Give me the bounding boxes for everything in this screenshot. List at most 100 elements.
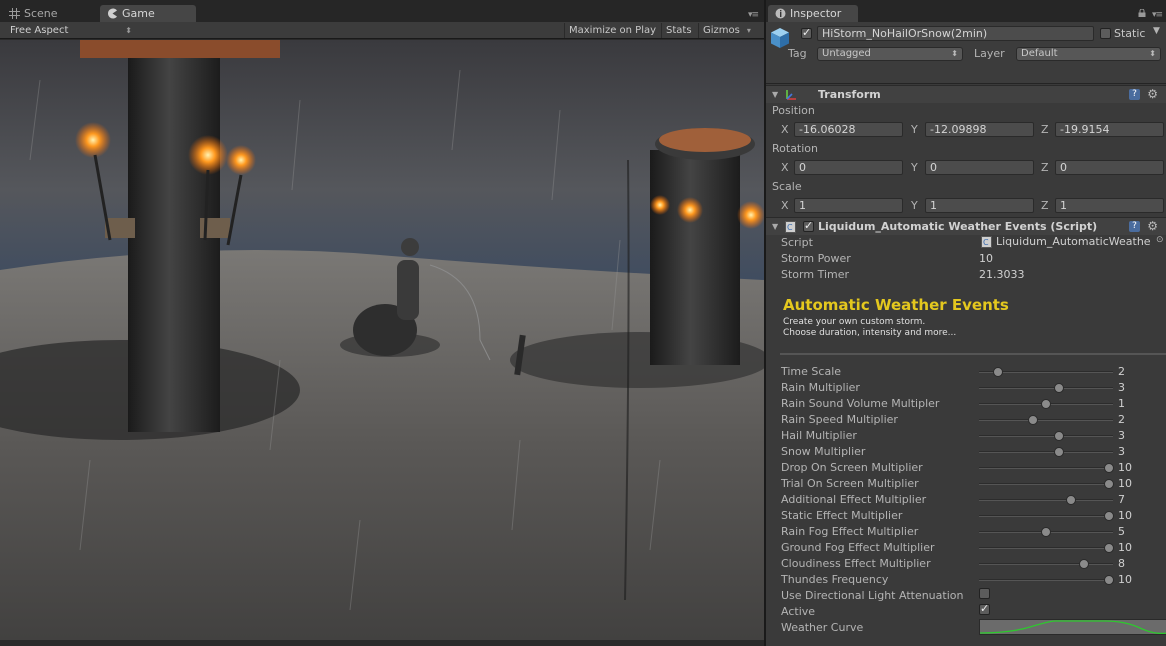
slider-thumb[interactable]	[1103, 479, 1114, 489]
position-z-field[interactable]: -19.9154	[1055, 122, 1164, 137]
scene-grid-icon	[9, 8, 20, 19]
slider-label: Snow Multiplier	[781, 445, 866, 458]
maximize-on-play-button[interactable]: Maximize on Play	[564, 23, 660, 38]
tab-game[interactable]: Game	[100, 5, 196, 22]
script-object-field[interactable]: C Liquidum_AutomaticWeathe ⊙	[979, 235, 1166, 249]
slider-label: Hail Multiplier	[781, 429, 857, 442]
panel-menu-icon[interactable]: ▾≡	[748, 10, 759, 20]
aspect-dropdown[interactable]: Free Aspect ⬍	[2, 23, 136, 38]
slider-track[interactable]	[979, 431, 1113, 441]
tag-dropdown[interactable]: Untagged ⬍	[817, 47, 963, 61]
slider-value: 1	[1118, 397, 1125, 410]
slider-track[interactable]	[979, 527, 1113, 537]
slider-track[interactable]	[979, 367, 1113, 377]
slider-value: 8	[1118, 557, 1125, 570]
stats-button[interactable]: Stats	[661, 23, 696, 38]
slider-value: 5	[1118, 525, 1125, 538]
static-checkbox[interactable]	[1100, 28, 1111, 39]
help-icon[interactable]: ?	[1129, 89, 1140, 100]
lock-icon[interactable]	[1138, 9, 1146, 17]
slider-label: Static Effect Multiplier	[781, 509, 903, 522]
game-panel: Scene Game ▾≡ Free Aspect ⬍ Maximize on …	[0, 0, 764, 646]
static-dropdown-icon[interactable]: ▼	[1153, 26, 1160, 36]
layer-label: Layer	[974, 47, 1005, 60]
rotation-z-label: Z	[1041, 161, 1049, 174]
game-render-image	[0, 40, 764, 640]
slider-track[interactable]	[979, 399, 1113, 409]
script-icon: C	[785, 221, 796, 233]
slider-track[interactable]	[979, 479, 1114, 489]
script-component-title: Liquidum_Automatic Weather Events (Scrip…	[818, 220, 1098, 233]
tab-scene[interactable]: Scene	[2, 5, 94, 22]
info-icon	[775, 8, 786, 19]
slider-thumb[interactable]	[1078, 559, 1089, 569]
slider-track[interactable]	[979, 383, 1113, 393]
position-x-field[interactable]: -16.06028	[794, 122, 903, 137]
slider-track[interactable]	[979, 415, 1113, 425]
transform-header[interactable]: ▼ Transform ? ⚙	[766, 85, 1166, 103]
script-component-header[interactable]: ▼ C Liquidum_Automatic Weather Events (S…	[766, 217, 1166, 235]
weather-curve-label: Weather Curve	[781, 621, 864, 634]
rotation-y-field[interactable]: 0	[925, 160, 1034, 175]
slider-thumb[interactable]	[1103, 575, 1114, 585]
rotation-z-field[interactable]: 0	[1055, 160, 1164, 175]
slider-track[interactable]	[979, 511, 1114, 521]
description-line-1: Create your own custom storm.	[783, 317, 926, 327]
tab-inspector-label: Inspector	[790, 7, 842, 20]
scale-z-field[interactable]: 1	[1055, 198, 1164, 213]
slider-thumb[interactable]	[1103, 511, 1114, 521]
use-directional-light-label: Use Directional Light Attenuation	[781, 589, 964, 602]
gear-icon[interactable]: ⚙	[1147, 219, 1158, 233]
left-tab-bar: Scene Game ▾≡	[0, 0, 764, 22]
slider-track[interactable]	[979, 495, 1113, 505]
slider-thumb[interactable]	[1027, 415, 1038, 425]
slider-track[interactable]	[979, 559, 1113, 569]
slider-label: Thundes Frequency	[781, 573, 889, 586]
use-directional-light-checkbox[interactable]	[979, 588, 990, 599]
object-name-field[interactable]: HiStorm_NoHailOrSnow(2min)	[817, 26, 1094, 41]
weather-curve-graph	[979, 620, 1166, 635]
foldout-arrow-icon[interactable]: ▼	[772, 90, 778, 99]
slider-label: Trial On Screen Multiplier	[781, 477, 919, 490]
chevron-updown-icon: ⬍	[125, 26, 132, 35]
position-x-label: X	[781, 123, 789, 136]
slider-thumb[interactable]	[1103, 543, 1114, 553]
game-viewport[interactable]	[0, 40, 764, 640]
storm-timer-label: Storm Timer	[781, 268, 850, 281]
slider-track[interactable]	[979, 575, 1114, 585]
slider-thumb[interactable]	[992, 367, 1003, 377]
object-active-checkbox[interactable]	[801, 26, 812, 39]
scale-y-field[interactable]: 1	[925, 198, 1034, 213]
slider-thumb[interactable]	[1054, 383, 1065, 393]
scale-x-field[interactable]: 1	[794, 198, 903, 213]
object-picker-icon[interactable]: ⊙	[1156, 235, 1164, 245]
weather-curve-field[interactable]	[979, 619, 1166, 635]
slider-thumb[interactable]	[1054, 447, 1065, 457]
gizmos-label: Gizmos	[703, 25, 740, 36]
inspector-menu-icon[interactable]: ▾≡	[1152, 10, 1163, 20]
slider-value: 2	[1118, 365, 1125, 378]
layer-dropdown[interactable]: Default ⬍	[1016, 47, 1161, 61]
foldout-arrow-icon[interactable]: ▼	[772, 222, 778, 231]
tab-inspector[interactable]: Inspector	[768, 5, 858, 22]
slider-thumb[interactable]	[1041, 399, 1051, 409]
script-enabled-checkbox[interactable]	[803, 219, 814, 232]
position-y-field[interactable]: -12.09898	[925, 122, 1034, 137]
slider-value: 10	[1118, 461, 1132, 474]
slider-thumb[interactable]	[1041, 527, 1051, 537]
slider-thumb[interactable]	[1054, 431, 1065, 441]
slider-track[interactable]	[979, 543, 1114, 553]
slider-thumb[interactable]	[1103, 463, 1114, 473]
gear-icon[interactable]: ⚙	[1147, 87, 1158, 101]
help-icon[interactable]: ?	[1129, 221, 1140, 232]
slider-track[interactable]	[979, 463, 1114, 473]
slider-value: 10	[1118, 541, 1132, 554]
slider-track[interactable]	[979, 447, 1113, 457]
rotation-x-field[interactable]: 0	[794, 160, 903, 175]
slider-thumb[interactable]	[1066, 495, 1077, 505]
position-z-label: Z	[1041, 123, 1049, 136]
active-checkbox[interactable]	[979, 602, 990, 615]
gizmos-button[interactable]: Gizmos ▾	[698, 23, 754, 38]
static-label: Static	[1114, 27, 1146, 40]
slider-value: 2	[1118, 413, 1125, 426]
